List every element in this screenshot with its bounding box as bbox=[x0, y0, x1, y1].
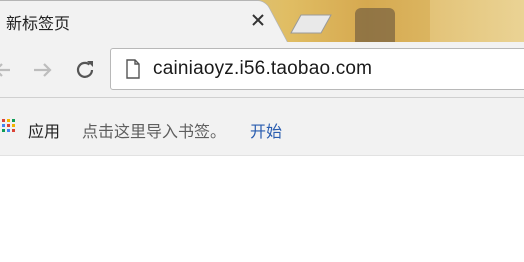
apps-grid-icon[interactable] bbox=[2, 118, 16, 132]
start-link[interactable]: 开始 bbox=[250, 118, 282, 142]
address-url[interactable]: cainiaoyz.i56.taobao.com bbox=[153, 58, 372, 80]
import-bookmarks-hint: 点击这里导入书签。 bbox=[82, 122, 227, 141]
new-tab-button[interactable] bbox=[289, 13, 333, 35]
background-decoration bbox=[430, 0, 524, 42]
title-bar: 新标签页 bbox=[0, 0, 524, 42]
page-content bbox=[0, 156, 524, 262]
page-icon bbox=[125, 59, 141, 83]
apps-button[interactable]: 应用 bbox=[28, 118, 60, 142]
reload-icon[interactable] bbox=[72, 57, 98, 83]
tab-title: 新标签页 bbox=[6, 14, 71, 33]
forward-arrow-icon[interactable] bbox=[30, 57, 56, 83]
close-icon[interactable] bbox=[249, 11, 267, 29]
address-bar[interactable]: cainiaoyz.i56.taobao.com bbox=[110, 48, 524, 90]
toolbar: cainiaoyz.i56.taobao.com bbox=[0, 42, 524, 98]
background-decoration bbox=[355, 8, 395, 42]
back-arrow-icon[interactable] bbox=[0, 57, 16, 83]
bookmarks-bar: 应用 点击这里导入书签。 开始 bbox=[0, 98, 524, 156]
